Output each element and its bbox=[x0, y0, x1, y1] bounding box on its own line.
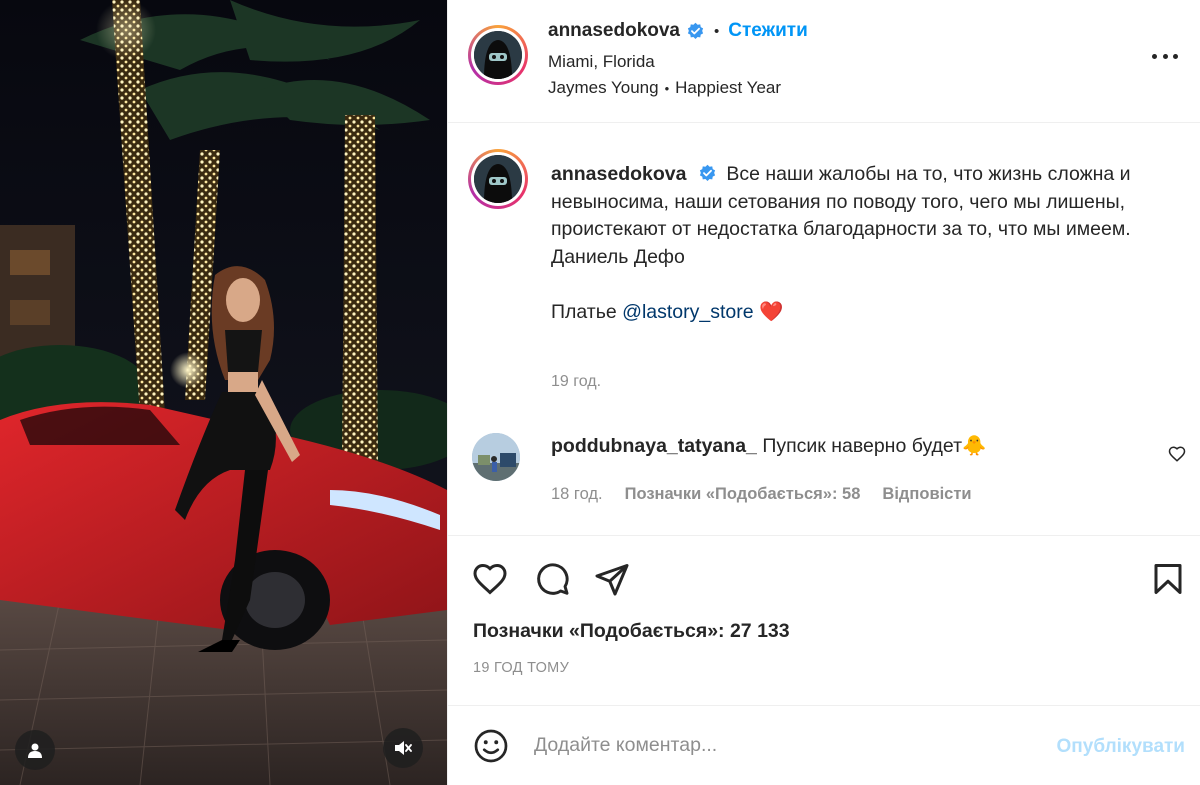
post-comment-button[interactable]: Опублікувати bbox=[1057, 736, 1186, 758]
heart-icon[interactable] bbox=[472, 561, 508, 597]
caption-quote-author: Даниель Дефо bbox=[551, 245, 685, 268]
add-comment-bar: Опублікувати bbox=[448, 705, 1200, 785]
emoji-icon[interactable] bbox=[473, 728, 509, 764]
likes-count[interactable]: Позначки «Подобається»: 27 133 bbox=[473, 620, 790, 643]
author-username[interactable]: annasedokova bbox=[548, 20, 680, 42]
caption-time[interactable]: 19 год. bbox=[551, 373, 601, 391]
verified-icon bbox=[687, 22, 704, 39]
bookmark-icon[interactable] bbox=[1150, 561, 1186, 597]
caption-avatar[interactable] bbox=[468, 149, 528, 209]
post-location[interactable]: Miami, Florida bbox=[548, 52, 808, 72]
more-icon bbox=[1152, 53, 1157, 59]
author-avatar[interactable] bbox=[468, 25, 528, 85]
comment-time[interactable]: 18 год. bbox=[551, 485, 603, 504]
share-icon[interactable] bbox=[594, 561, 630, 597]
comment-likes[interactable]: Позначки «Подобається»: 58 bbox=[625, 485, 861, 504]
more-options-button[interactable] bbox=[1152, 46, 1178, 66]
music-track[interactable]: Happiest Year bbox=[675, 78, 781, 98]
caption-username[interactable]: annasedokova bbox=[551, 163, 686, 185]
caption-mention[interactable]: @lastory_store bbox=[622, 301, 753, 323]
caption-emoji: ❤️ bbox=[759, 300, 784, 323]
post-photo bbox=[0, 0, 447, 785]
comment-input[interactable] bbox=[534, 734, 1014, 757]
comment-username[interactable]: poddubnaya_tatyana_ bbox=[551, 435, 757, 457]
comments-section[interactable]: annasedokova Все наши жалобы на то, что … bbox=[448, 123, 1200, 535]
post-header: annasedokova • Стежити Miami, Florida Ja… bbox=[448, 0, 1200, 123]
comment-icon[interactable] bbox=[534, 561, 570, 597]
separator-dot: • bbox=[714, 22, 720, 40]
mute-button[interactable] bbox=[383, 728, 423, 768]
caption-dress-prefix: Платье bbox=[551, 300, 617, 323]
post-music[interactable]: Jaymes Young • Happiest Year bbox=[548, 78, 808, 98]
comment-like-icon[interactable] bbox=[1168, 445, 1186, 463]
post-media[interactable] bbox=[0, 0, 447, 785]
comment-meta: 18 год. Позначки «Подобається»: 58 Відпо… bbox=[551, 485, 972, 504]
verified-icon bbox=[699, 164, 716, 181]
tag-user-button[interactable] bbox=[15, 730, 55, 770]
post-time-ago[interactable]: 19 ГОД ТОМУ bbox=[473, 660, 569, 676]
music-artist[interactable]: Jaymes Young bbox=[548, 78, 659, 98]
separator-dot: • bbox=[664, 80, 670, 96]
tag-user-icon bbox=[28, 743, 42, 758]
comment-reply-button[interactable]: Відповісти bbox=[882, 485, 971, 504]
comment-text: Пупсик наверно будет🐥 bbox=[762, 435, 987, 457]
post-actions: Позначки «Подобається»: 27 133 19 ГОД ТО… bbox=[448, 535, 1200, 705]
post-modal: annasedokova • Стежити Miami, Florida Ja… bbox=[0, 0, 1200, 785]
caption: annasedokova Все наши жалобы на то, что … bbox=[551, 161, 1191, 326]
comment: poddubnaya_tatyana_ Пупсик наверно будет… bbox=[551, 434, 986, 458]
follow-button[interactable]: Стежити bbox=[728, 20, 807, 42]
commenter-avatar[interactable] bbox=[472, 433, 520, 481]
post-details-panel: annasedokova • Стежити Miami, Florida Ja… bbox=[447, 0, 1200, 785]
mute-icon bbox=[395, 741, 412, 755]
